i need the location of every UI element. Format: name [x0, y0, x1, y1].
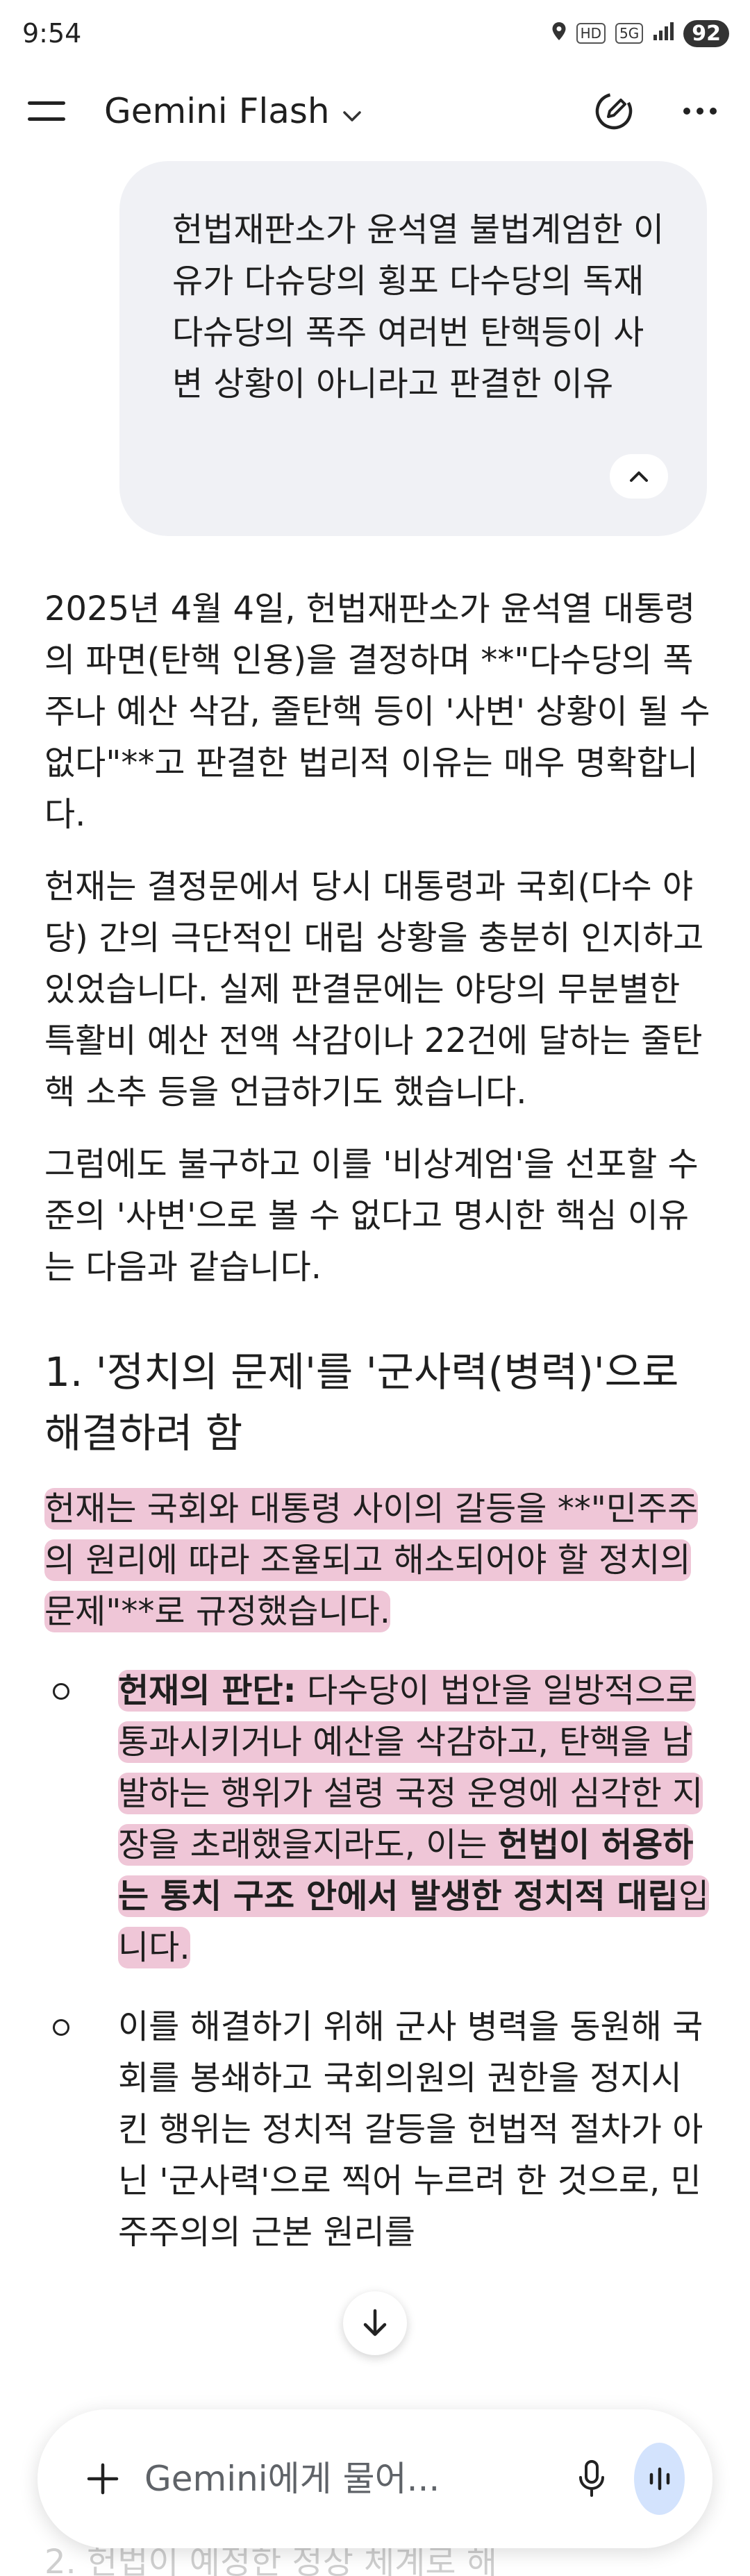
- response-paragraph: 그럼에도 불구하고 이를 '비상계엄'을 선포할 수준의 '사변'으로 볼 수 …: [44, 1145, 699, 1287]
- status-icons: HD 5G 92: [551, 19, 729, 47]
- new-chat-button[interactable]: [592, 89, 636, 133]
- status-time: 9:54: [22, 18, 82, 49]
- plus-icon: [87, 2463, 119, 2495]
- status-bar: 9:54 HD 5G 92: [0, 0, 750, 67]
- collapse-prompt-button[interactable]: [610, 454, 668, 499]
- prompt-input[interactable]: [144, 2459, 577, 2499]
- chat-input-bar: [38, 2409, 712, 2548]
- live-voice-button[interactable]: [634, 2443, 685, 2515]
- arrow-down-icon: [363, 2309, 387, 2336]
- sound-wave-icon: [649, 2467, 669, 2491]
- app-title: Gemini Flash: [104, 91, 330, 131]
- chevron-up-icon: [630, 471, 648, 482]
- hd-icon: HD: [576, 23, 606, 44]
- app-bar: Gemini Flash: [0, 69, 750, 153]
- section-paragraph: 헌재는 국회와 대통령 사이의 갈등을 **"민주주의 원리에 따라 조율되고 …: [44, 1483, 711, 1637]
- network-5g-icon: 5G: [615, 23, 644, 44]
- response-paragraph: 2025년 4월 4일, 헌법재판소가 윤석열 대통령의 파면(탄핵 인용)을 …: [44, 589, 710, 834]
- list-item: 이를 해결하기 위해 군사 병력을 동원해 국회를 봉쇄하고 국회의원의 권한을…: [44, 2001, 711, 2258]
- microphone-icon: [579, 2460, 605, 2497]
- edit-icon: [595, 92, 633, 130]
- model-response: 2025년 4월 4일, 헌법재판소가 윤석열 대통령의 파면(탄핵 인용)을 …: [44, 583, 711, 2286]
- response-paragraph: 헌재는 결정문에서 당시 대통령과 국회(다수 야당) 간의 극단적인 대립 상…: [44, 867, 704, 1112]
- bullet-list: 헌재의 판단: 다수당이 법안을 일방적으로 통과시키거나 예산을 삭감하고, …: [44, 1665, 711, 2258]
- user-prompt-bubble: 헌법재판소가 윤석열 불법계엄한 이유가 다슈당의 횡포 다수당의 독재 다슈당…: [119, 161, 707, 536]
- more-vert-icon: [683, 108, 717, 115]
- location-icon: [551, 22, 567, 46]
- bullet-label: 헌재의 판단:: [118, 1671, 297, 1710]
- scroll-down-button[interactable]: [343, 2291, 407, 2355]
- model-selector[interactable]: Gemini Flash: [104, 91, 362, 131]
- highlighted-text: 헌재는 국회와 대통령 사이의 갈등을 **"민주주의 원리에 따라 조율되고 …: [44, 1488, 699, 1632]
- battery-indicator: 92: [683, 19, 729, 47]
- signal-icon: [653, 22, 674, 45]
- section-heading: 1. '정치의 문제'를 '군사력(병력)'으로 해결하려 함: [44, 1348, 679, 1457]
- more-options-button[interactable]: [678, 89, 722, 133]
- bullet-text: 이를 해결하기 위해 군사 병력을 동원해 국회를 봉쇄하고 국회의원의 권한을…: [118, 2007, 703, 2252]
- menu-icon[interactable]: [28, 97, 65, 125]
- add-attachment-button[interactable]: [86, 2458, 119, 2500]
- microphone-button[interactable]: [577, 2454, 606, 2503]
- user-prompt-text: 헌법재판소가 윤석열 불법계엄한 이유가 다슈당의 횡포 다수당의 독재 다슈당…: [172, 210, 665, 403]
- chevron-down-icon: [342, 91, 362, 131]
- list-item: 헌재의 판단: 다수당이 법안을 일방적으로 통과시키거나 예산을 삭감하고, …: [44, 1665, 711, 1973]
